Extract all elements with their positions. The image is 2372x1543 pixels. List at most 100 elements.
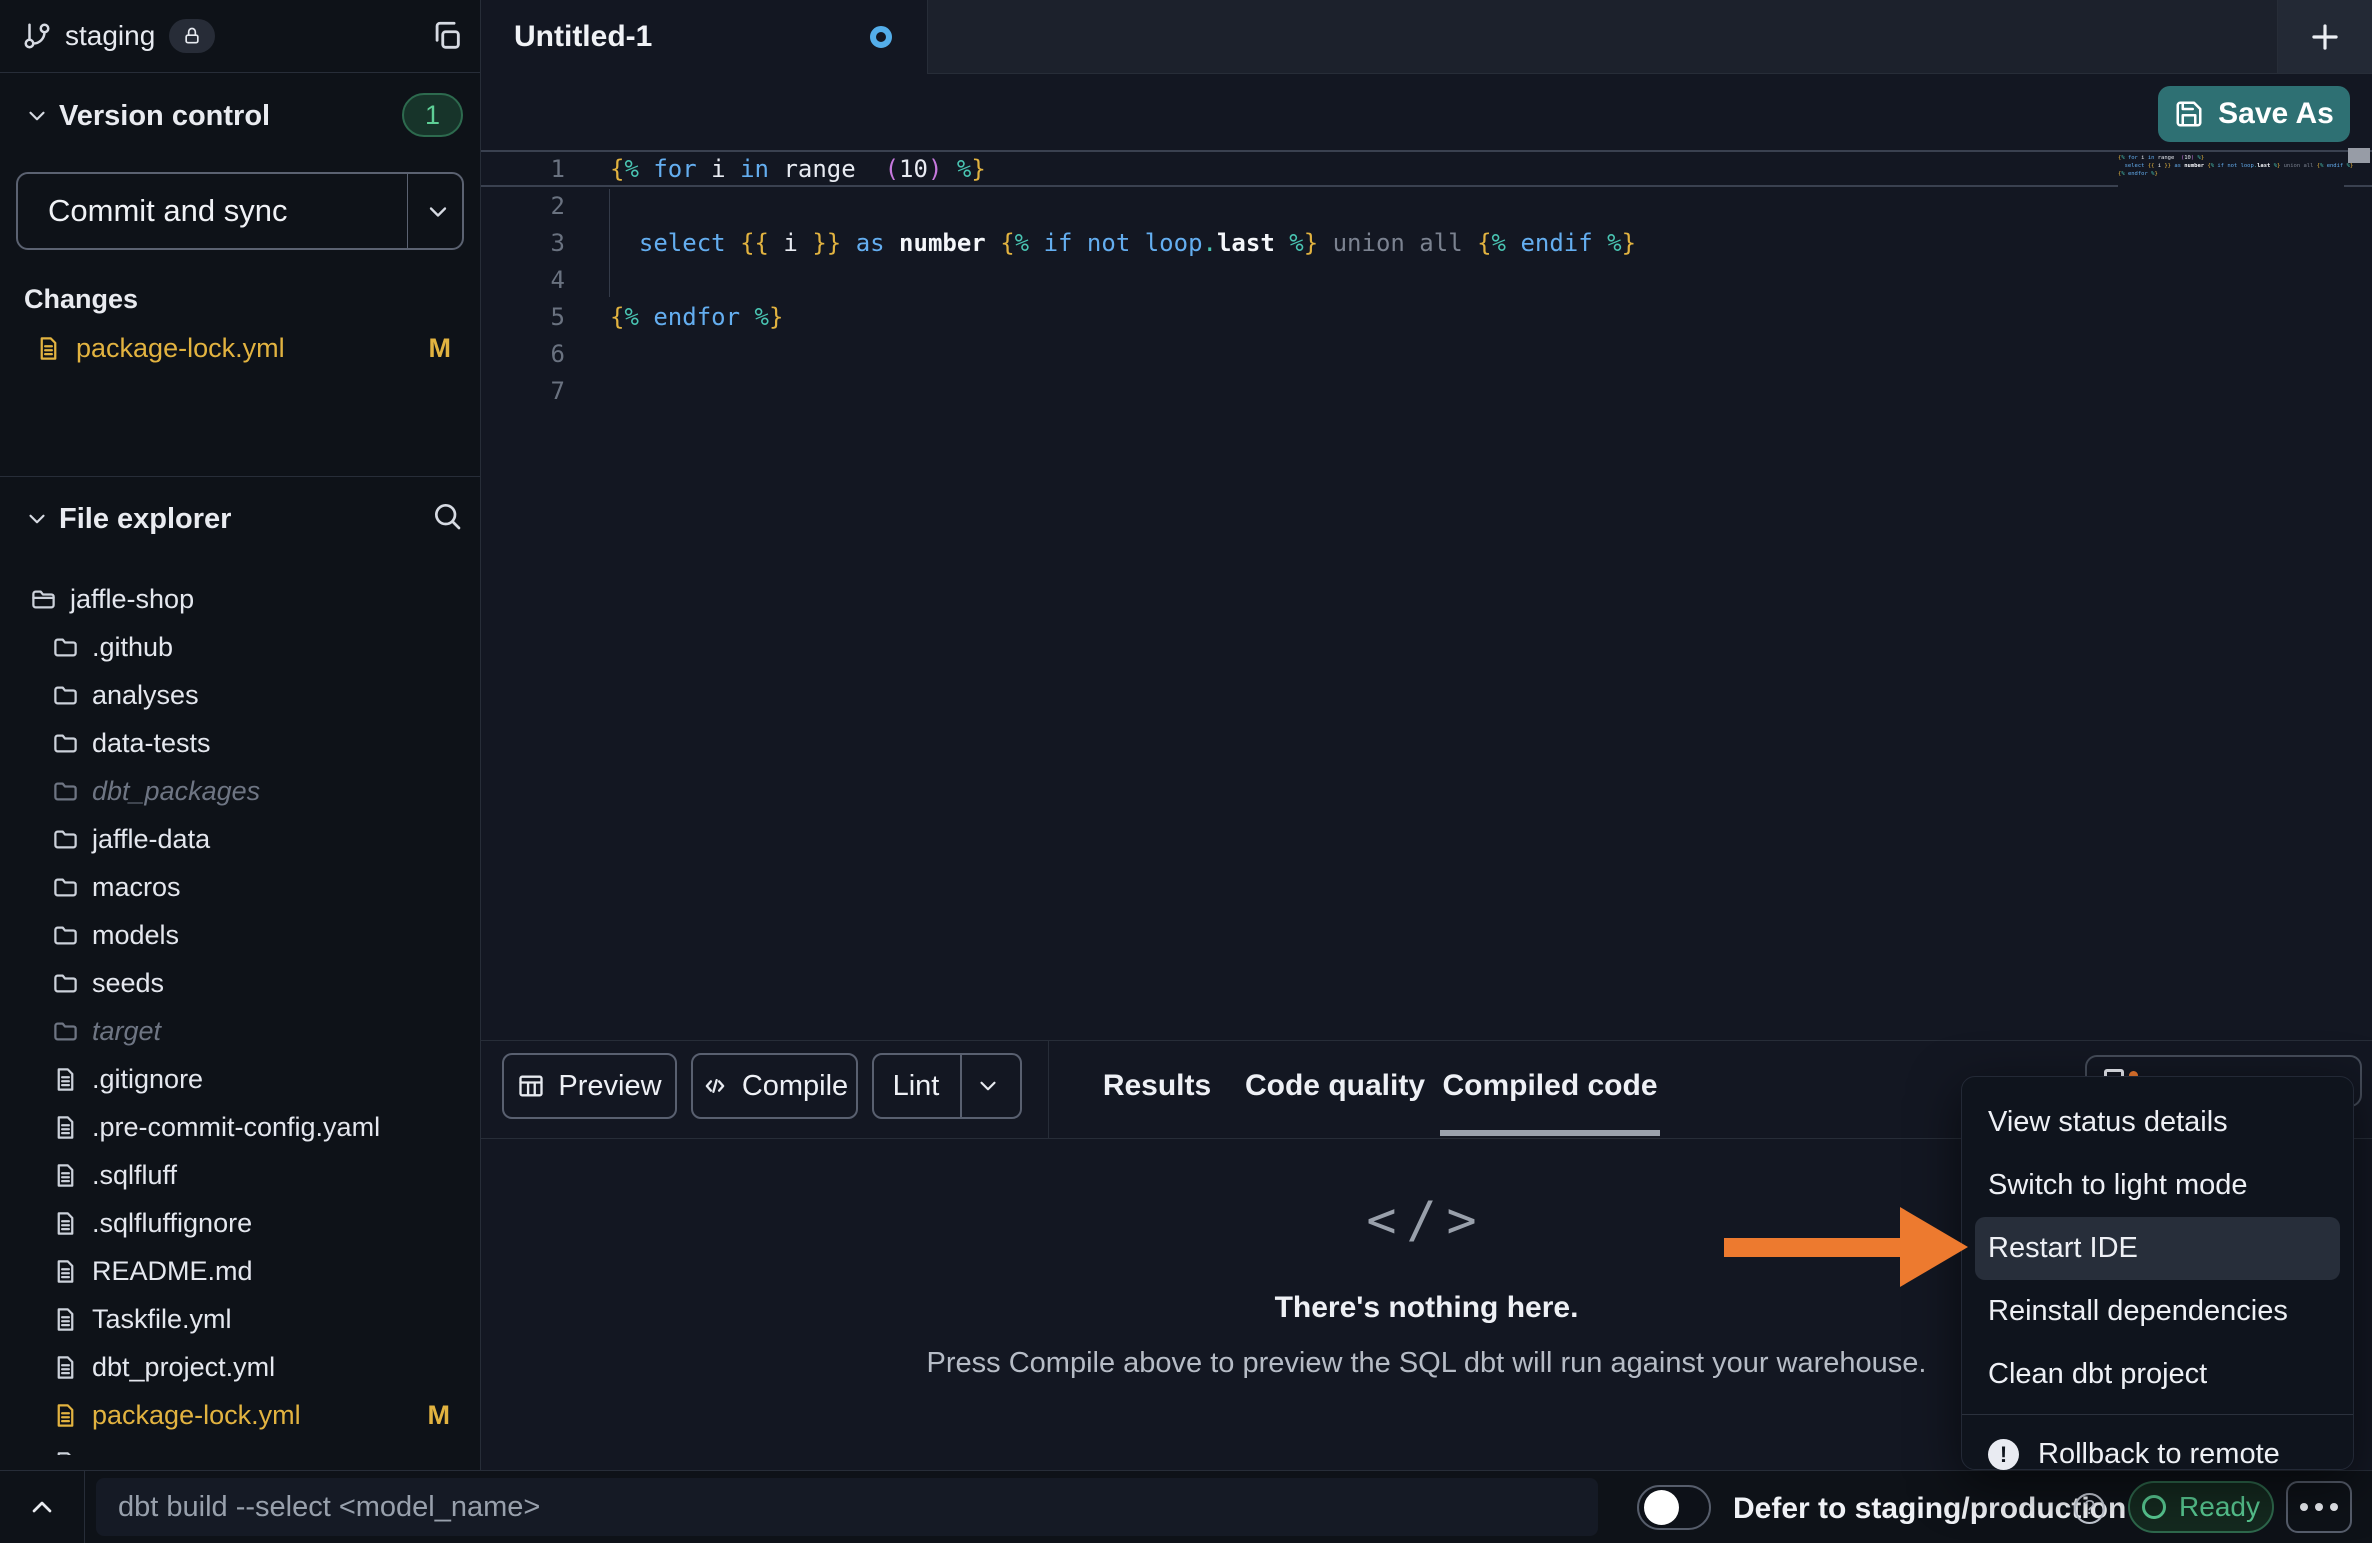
- file-name: .sqlfluffignore: [92, 1208, 252, 1239]
- code-token: }}: [2164, 163, 2171, 169]
- menu-item-switch-to-light-mode[interactable]: Switch to light mode: [1962, 1154, 2353, 1217]
- ready-ring-icon: [2142, 1495, 2166, 1519]
- preview-button[interactable]: Preview: [502, 1053, 677, 1119]
- code-token: i: [769, 229, 812, 257]
- menu-item-view-status-details[interactable]: View status details: [1962, 1091, 2353, 1154]
- file-tree-item-taskfile-yml[interactable]: Taskfile.yml: [0, 1295, 480, 1343]
- menu-item-reinstall-dependencies[interactable]: Reinstall dependencies: [1962, 1280, 2353, 1343]
- commit-and-sync-button[interactable]: Commit and sync: [16, 172, 464, 250]
- code-line-6[interactable]: 6: [481, 335, 2372, 372]
- active-tab-underline: [1440, 1130, 1660, 1136]
- menu-item-clean-dbt-project[interactable]: Clean dbt project: [1962, 1343, 2353, 1406]
- ide-options-button[interactable]: [2286, 1481, 2352, 1533]
- code-token: [1318, 229, 1332, 257]
- file-name: jaffle-shop: [70, 584, 194, 615]
- code-line-1[interactable]: 1{% for i in range (10) %}: [481, 150, 2372, 187]
- code-token: [2174, 155, 2181, 161]
- code-token: (: [885, 155, 899, 183]
- new-tab-button[interactable]: [2277, 0, 2372, 73]
- code-line-4[interactable]: 4: [481, 261, 2372, 298]
- file-tree-item-package-lock-yml[interactable]: package-lock.ymlM: [0, 1391, 480, 1439]
- tab-untitled-1[interactable]: Untitled-1: [481, 0, 928, 74]
- folder-icon: [52, 826, 79, 853]
- file-tree-item-jaffle-shop[interactable]: jaffle-shop: [0, 575, 480, 623]
- menu-item-rollback-to-remote[interactable]: !Rollback to remote: [1962, 1423, 2353, 1486]
- copy-branch-icon[interactable]: [430, 19, 464, 53]
- code-token: %: [1015, 229, 1029, 257]
- file-tree-item-partial[interactable]: [0, 1439, 480, 1455]
- file-tree-item-target[interactable]: target: [0, 1007, 480, 1055]
- code-token: last: [2257, 163, 2270, 169]
- code-token: number: [2184, 163, 2204, 169]
- chevron-down-icon[interactable]: [975, 1073, 1001, 1099]
- help-icon[interactable]: ?: [2074, 1493, 2105, 1524]
- code-token: endif: [2327, 163, 2344, 169]
- menu-item-label: Reinstall dependencies: [1988, 1295, 2288, 1328]
- ide-status-badge[interactable]: Ready: [2128, 1481, 2274, 1533]
- defer-toggle[interactable]: [1637, 1485, 1711, 1530]
- code-editor[interactable]: 1{% for i in range (10) %}23 select {{ i…: [481, 150, 2372, 1040]
- file-tree-item-gitignore[interactable]: .gitignore: [0, 1055, 480, 1103]
- line-number: 1: [481, 155, 565, 183]
- file-tree-item-macros[interactable]: macros: [0, 863, 480, 911]
- file-tree-item-models[interactable]: models: [0, 911, 480, 959]
- minimap[interactable]: {% for i in range (10) %} select {{ i }}…: [2118, 152, 2344, 204]
- code-line-3[interactable]: 3 select {{ i }} as number {% if not loo…: [481, 224, 2372, 261]
- arrow-shaft: [1724, 1238, 1904, 1257]
- search-icon[interactable]: [431, 500, 463, 532]
- code-token: [610, 229, 639, 257]
- chevron-down-icon[interactable]: [24, 103, 50, 129]
- file-tree-item-sqlfluffignore[interactable]: .sqlfluffignore: [0, 1199, 480, 1247]
- save-as-button[interactable]: Save As: [2158, 86, 2350, 142]
- file-tree-item-analyses[interactable]: analyses: [0, 671, 480, 719]
- code-token: %: [624, 155, 638, 183]
- code-line-5[interactable]: 5{% endfor %}: [481, 298, 2372, 335]
- version-control-header[interactable]: Version control: [24, 94, 270, 138]
- compile-button[interactable]: Compile: [691, 1053, 858, 1119]
- code-token: as: [856, 229, 885, 257]
- code-token: }: [1622, 229, 1636, 257]
- code-token: %: [1289, 229, 1303, 257]
- code-token: union all: [1333, 229, 1463, 257]
- code-line-2[interactable]: 2: [481, 187, 2372, 224]
- code-token: [942, 155, 956, 183]
- statusbar-divider: [84, 1471, 85, 1543]
- file-tree-item-jaffle-data[interactable]: jaffle-data: [0, 815, 480, 863]
- git-branch-icon: [22, 21, 52, 51]
- file-tree-item-seeds[interactable]: seeds: [0, 959, 480, 1007]
- file-name: target: [92, 1016, 161, 1047]
- lint-button[interactable]: Lint: [872, 1053, 1022, 1119]
- file-icon: [35, 335, 62, 362]
- code-line-7[interactable]: 7: [481, 372, 2372, 409]
- code-token: %: [624, 303, 638, 331]
- file-tree-item-sqlfluff[interactable]: .sqlfluff: [0, 1151, 480, 1199]
- button-label: Preview: [558, 1070, 661, 1103]
- command-input[interactable]: [96, 1478, 1598, 1536]
- change-item-package-lock-yml[interactable]: package-lock.ymlM: [0, 326, 481, 370]
- file-name: .github: [92, 632, 173, 663]
- chevron-up-icon[interactable]: [26, 1491, 58, 1523]
- file-tree: jaffle-shop.githubanalysesdata-testsdbt_…: [0, 560, 480, 1455]
- dot-icon: [2330, 1503, 2338, 1511]
- file-tree-item-data-tests[interactable]: data-tests: [0, 719, 480, 767]
- editor-scrollbar-thumb[interactable]: [2348, 148, 2370, 163]
- panel-tab-code-quality[interactable]: Code quality: [1245, 1041, 1425, 1131]
- menu-item-restart-ide[interactable]: Restart IDE: [1975, 1217, 2340, 1280]
- file-icon: [52, 1258, 79, 1285]
- panel-tab-results[interactable]: Results: [1103, 1041, 1211, 1131]
- file-icon: [52, 1402, 79, 1429]
- chevron-down-icon[interactable]: [424, 198, 452, 226]
- menu-item-label: Restart IDE: [1988, 1232, 2138, 1265]
- file-tree-item-dbt-packages[interactable]: dbt_packages: [0, 767, 480, 815]
- file-tree-item-readme-md[interactable]: README.md: [0, 1247, 480, 1295]
- chevron-down-icon[interactable]: [24, 506, 50, 532]
- code-token: [769, 155, 783, 183]
- panel-tab-compiled-code[interactable]: Compiled code: [1442, 1041, 1657, 1131]
- code-token: number: [899, 229, 986, 257]
- file-explorer-header[interactable]: File explorer: [24, 497, 231, 541]
- dot-icon: [2315, 1503, 2323, 1511]
- code-token: {{: [740, 229, 769, 257]
- file-tree-item-dbt-project-yml[interactable]: dbt_project.yml: [0, 1343, 480, 1391]
- file-tree-item-pre-commit-config-yaml[interactable]: .pre-commit-config.yaml: [0, 1103, 480, 1151]
- file-tree-item-github[interactable]: .github: [0, 623, 480, 671]
